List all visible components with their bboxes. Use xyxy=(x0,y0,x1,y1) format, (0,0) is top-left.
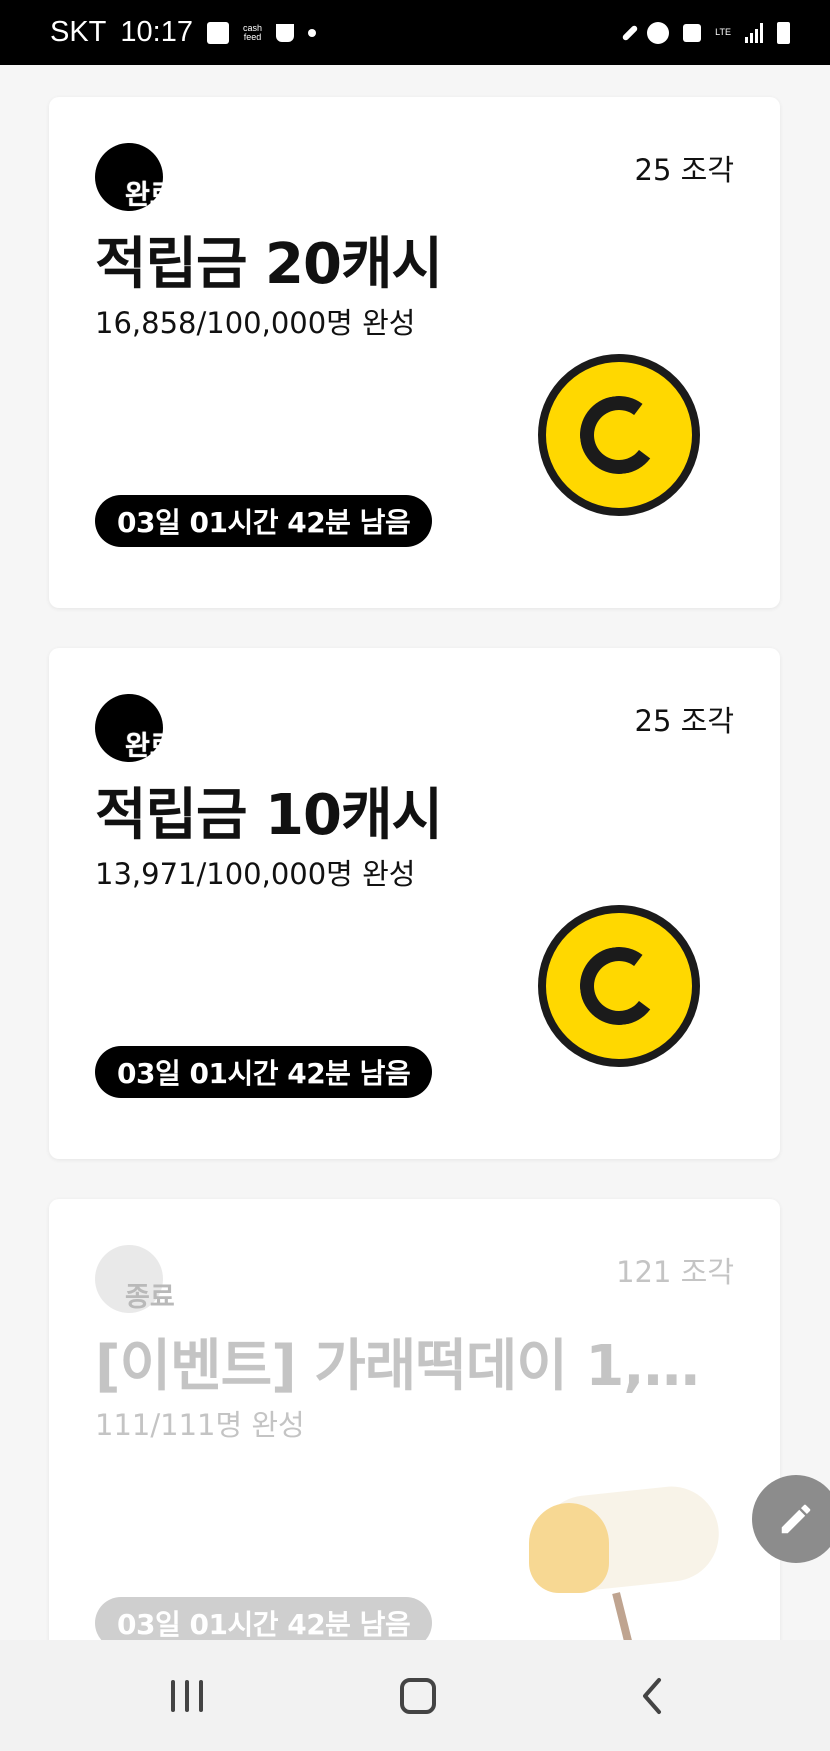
time-left-badge: 03일 01시간 42분 남음 xyxy=(95,1597,433,1640)
card-title: [이벤트] 가래떡데이 1,1… xyxy=(95,1334,715,1399)
pieces-count: 25 조각 xyxy=(634,704,734,738)
alarm-icon xyxy=(647,21,670,44)
status-badge-label: 완료 xyxy=(125,731,175,762)
carrier-label: SKT xyxy=(50,16,107,48)
card-item[interactable]: 완료 25 조각 적립금 10캐시 13,971/100,000명 완성 03일… xyxy=(49,648,780,1159)
completion-count: 13,971/100,000명 완성 xyxy=(95,857,416,891)
status-bar: SKT 10:17 cash feed LTE xyxy=(0,0,830,65)
signal-icon xyxy=(745,22,763,43)
clock: 10:17 xyxy=(120,16,193,48)
status-badge: 종료 xyxy=(95,1245,175,1315)
card-title: 적립금 20캐시 xyxy=(95,232,443,297)
coin-icon xyxy=(538,905,700,1067)
status-badge-label: 완료 xyxy=(125,180,175,211)
status-badge: 완료 xyxy=(95,143,175,213)
card-title: 적립금 10캐시 xyxy=(95,783,443,848)
recent-apps-icon xyxy=(171,1679,203,1712)
more-notifications-icon xyxy=(308,28,316,37)
card-list[interactable]: 완료 25 조각 적립금 20캐시 16,858/100,000명 완성 03일… xyxy=(0,65,830,1640)
cashfeed-icon: cash feed xyxy=(242,22,262,42)
network-type: LTE xyxy=(715,27,731,37)
pencil-icon xyxy=(781,1504,811,1534)
lock-icon xyxy=(683,23,702,42)
completion-count: 16,858/100,000명 완성 xyxy=(95,306,416,340)
coffee-icon xyxy=(276,23,294,42)
back-icon xyxy=(643,1677,661,1714)
card-item[interactable]: 종료 121 조각 [이벤트] 가래떡데이 1,1… 111/111명 완성 0… xyxy=(49,1199,780,1640)
mute-icon xyxy=(621,24,639,41)
back-button[interactable] xyxy=(592,1640,712,1751)
recent-apps-button[interactable] xyxy=(127,1640,247,1751)
system-nav-bar xyxy=(0,1640,830,1751)
time-left-badge: 03일 01시간 42분 남음 xyxy=(95,1046,433,1098)
home-icon xyxy=(400,1677,436,1714)
write-button[interactable] xyxy=(752,1475,830,1563)
gallery-icon xyxy=(206,21,229,44)
battery-icon xyxy=(777,21,790,44)
status-badge: 완료 xyxy=(95,694,175,764)
pieces-count: 25 조각 xyxy=(634,153,734,187)
rice-cake-image xyxy=(519,1481,719,1640)
completion-count: 111/111명 완성 xyxy=(95,1408,305,1442)
coin-icon xyxy=(538,354,700,516)
time-left-badge: 03일 01시간 42분 남음 xyxy=(95,495,433,547)
card-item[interactable]: 완료 25 조각 적립금 20캐시 16,858/100,000명 완성 03일… xyxy=(49,97,780,608)
pieces-count: 121 조각 xyxy=(616,1255,734,1289)
home-button[interactable] xyxy=(358,1640,478,1751)
status-badge-label: 종료 xyxy=(125,1282,175,1313)
